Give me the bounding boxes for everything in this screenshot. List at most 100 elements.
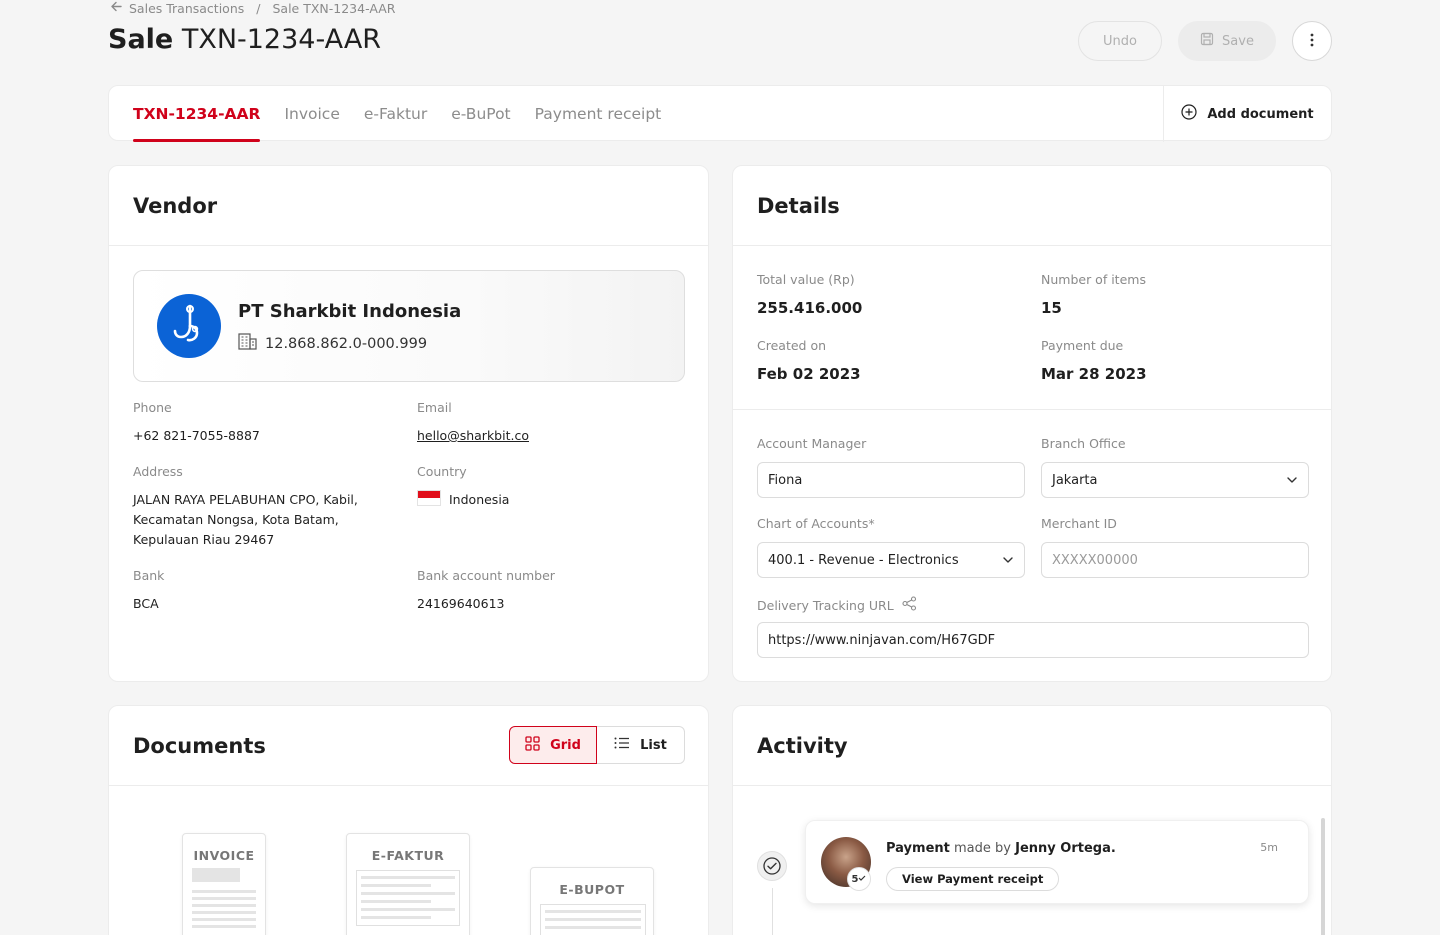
documents-card: Documents Grid List INVOICE E-FAKTUR E-B… bbox=[108, 705, 709, 935]
thumb-line bbox=[192, 904, 256, 907]
thumb-line bbox=[361, 876, 455, 879]
share-icon[interactable] bbox=[902, 596, 917, 615]
account-manager-input[interactable]: Fiona bbox=[757, 462, 1025, 498]
email-label: Email bbox=[417, 400, 452, 415]
grid-icon bbox=[525, 735, 540, 755]
breadcrumb: Sales Transactions / Sale TXN-1234-AAR bbox=[110, 0, 395, 16]
vendor-heading: Vendor bbox=[109, 166, 708, 246]
address-line-3: Kepulauan Riau 29467 bbox=[133, 532, 275, 547]
page-title: Sale TXN-1234-AAR bbox=[108, 24, 381, 55]
bank-value: BCA bbox=[133, 596, 159, 611]
activity-type: Payment bbox=[886, 841, 950, 856]
undo-button[interactable]: Undo bbox=[1078, 21, 1162, 61]
branch-office-label: Branch Office bbox=[1041, 436, 1126, 451]
activity-scrollbar[interactable] bbox=[1321, 818, 1325, 935]
document-thumb-invoice[interactable]: INVOICE bbox=[182, 833, 266, 935]
save-label: Save bbox=[1222, 33, 1254, 49]
list-view-button[interactable]: List bbox=[597, 726, 685, 764]
document-thumb-title: INVOICE bbox=[193, 848, 255, 863]
tab-transaction[interactable]: TXN-1234-AAR bbox=[133, 86, 261, 142]
activity-person: Jenny Ortega. bbox=[1015, 841, 1116, 856]
add-document-button[interactable]: Add document bbox=[1163, 86, 1331, 142]
chart-of-accounts-label: Chart of Accounts* bbox=[757, 516, 875, 531]
breadcrumb-separator: / bbox=[256, 0, 261, 16]
activity-text: Payment made by Jenny Ortega. bbox=[886, 841, 1116, 856]
activity-card: Activity 5 Payment made by Jenny Ortega.… bbox=[732, 705, 1332, 935]
thumb-line bbox=[192, 911, 256, 914]
back-arrow-icon[interactable] bbox=[110, 0, 123, 16]
document-thumb-e-bupot[interactable]: E-BUPOT bbox=[530, 867, 654, 935]
vendor-card: Vendor PT Sharkbit Indonesia 12.868.862.… bbox=[108, 165, 709, 682]
breadcrumb-parent[interactable]: Sales Transactions bbox=[129, 1, 244, 16]
address-value: JALAN RAYA PELABUHAN CPO, Kabil, Kecamat… bbox=[133, 490, 358, 550]
fishhook-icon bbox=[173, 304, 205, 348]
email-link[interactable]: hello@sharkbit.co bbox=[417, 426, 529, 446]
chart-of-accounts-select[interactable]: 400.1 - Revenue - Electronics bbox=[757, 542, 1025, 578]
details-heading: Details bbox=[733, 166, 1331, 246]
vendor-summary: PT Sharkbit Indonesia 12.868.862.0-000.9… bbox=[133, 270, 685, 382]
breadcrumb-current: Sale TXN-1234-AAR bbox=[272, 0, 396, 16]
list-icon bbox=[614, 737, 630, 753]
phone-value: +62 821-7055-8887 bbox=[133, 428, 260, 443]
tab-e-faktur[interactable]: e-Faktur bbox=[364, 86, 427, 142]
document-thumb-title: E-FAKTUR bbox=[371, 848, 445, 863]
phone-label: Phone bbox=[133, 400, 172, 415]
details-card: Details Total value (Rp) 255.416.000 Num… bbox=[732, 165, 1332, 682]
thumb-line bbox=[192, 890, 256, 893]
save-button[interactable]: Save bbox=[1178, 21, 1276, 61]
country-value: Indonesia bbox=[417, 490, 509, 510]
chart-of-accounts-value: 400.1 - Revenue - Electronics bbox=[768, 552, 959, 568]
vendor-name: PT Sharkbit Indonesia bbox=[238, 301, 462, 322]
total-value: 255.416.000 bbox=[757, 299, 863, 317]
tab-e-bupot[interactable]: e-BuPot bbox=[451, 86, 510, 142]
activity-heading: Activity bbox=[733, 706, 1331, 786]
more-options-button[interactable] bbox=[1292, 21, 1332, 61]
payment-due-label: Payment due bbox=[1041, 338, 1124, 353]
delivery-tracking-input[interactable]: https://www.ninjavan.com/H67GDF bbox=[757, 622, 1309, 658]
address-line-1: JALAN RAYA PELABUHAN CPO, Kabil, bbox=[133, 492, 358, 507]
grid-view-button[interactable]: Grid bbox=[509, 726, 597, 764]
vendor-tax-id: 12.868.862.0-000.999 bbox=[238, 333, 427, 354]
total-value-label: Total value (Rp) bbox=[757, 272, 855, 287]
building-icon bbox=[238, 333, 257, 354]
details-divider bbox=[733, 409, 1331, 410]
branch-office-select[interactable]: Jakarta bbox=[1041, 462, 1309, 498]
address-label: Address bbox=[133, 464, 183, 479]
country-label: Country bbox=[417, 464, 467, 479]
thumb-line bbox=[361, 900, 431, 903]
document-thumb-title: E-BUPOT bbox=[559, 882, 625, 897]
grid-view-label: Grid bbox=[550, 737, 581, 753]
timeline-check-icon bbox=[757, 851, 787, 881]
activity-made-by: made by bbox=[954, 841, 1011, 856]
delivery-tracking-value: https://www.ninjavan.com/H67GDF bbox=[768, 632, 996, 648]
merchant-id-label: Merchant ID bbox=[1041, 516, 1117, 531]
plus-circle-icon bbox=[1181, 104, 1197, 124]
account-manager-value: Fiona bbox=[768, 472, 803, 488]
view-payment-receipt-button[interactable]: View Payment receipt bbox=[886, 867, 1060, 891]
branch-office-value: Jakarta bbox=[1052, 472, 1098, 488]
tab-list: TXN-1234-AAR Invoice e-Faktur e-BuPot Pa… bbox=[133, 86, 661, 142]
merchant-id-placeholder: XXXXX00000 bbox=[1052, 552, 1138, 568]
chevron-down-icon bbox=[1002, 553, 1014, 568]
avatar-badge-count: 5 bbox=[851, 873, 859, 885]
payment-due-value: Mar 28 2023 bbox=[1041, 365, 1147, 383]
delivery-tracking-label: Delivery Tracking URL bbox=[757, 598, 894, 613]
small-check-icon bbox=[858, 874, 866, 885]
thumb-line bbox=[361, 916, 431, 919]
merchant-id-input[interactable]: XXXXX00000 bbox=[1041, 542, 1309, 578]
tab-invoice[interactable]: Invoice bbox=[284, 86, 339, 142]
save-icon bbox=[1200, 32, 1214, 50]
activity-item: 5 Payment made by Jenny Ortega. 5m View … bbox=[805, 820, 1309, 904]
page-title-id: TXN-1234-AAR bbox=[181, 24, 382, 55]
avatar: 5 bbox=[821, 837, 871, 891]
thumb-block bbox=[192, 868, 240, 882]
page-title-bold: Sale bbox=[108, 24, 174, 55]
created-on-value: Feb 02 2023 bbox=[757, 365, 861, 383]
thumb-line bbox=[545, 918, 641, 921]
tab-payment-receipt[interactable]: Payment receipt bbox=[535, 86, 662, 142]
thumb-line bbox=[192, 925, 256, 928]
address-line-2: Kecamatan Nongsa, Kota Batam, bbox=[133, 512, 339, 527]
delivery-tracking-label-row: Delivery Tracking URL bbox=[757, 596, 917, 615]
number-of-items-value: 15 bbox=[1041, 299, 1062, 317]
document-thumb-e-faktur[interactable]: E-FAKTUR bbox=[346, 833, 470, 935]
